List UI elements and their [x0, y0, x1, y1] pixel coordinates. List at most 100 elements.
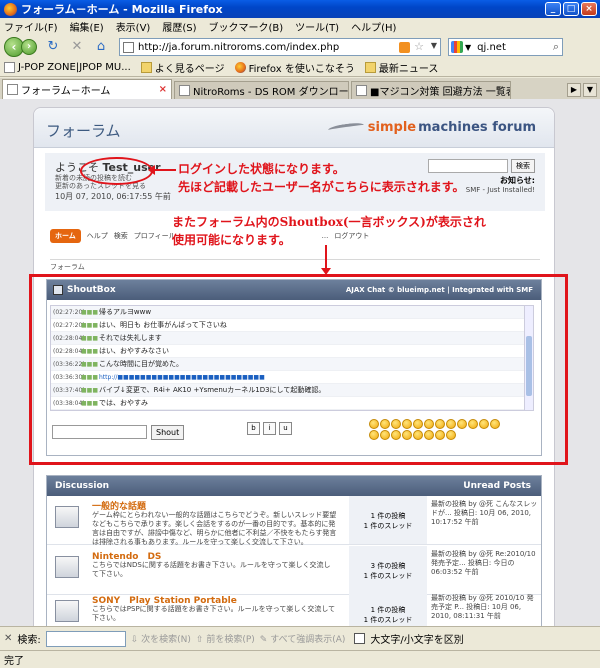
bookmark-news[interactable]: 最新ニュース: [364, 60, 438, 75]
window-title: フォーラム－ホーム - Mozilla Firefox: [21, 3, 223, 16]
match-case-checkbox[interactable]: [354, 633, 366, 644]
news-box: お知らせ: SMF - Just Installed!: [466, 175, 535, 194]
page-content: フォーラム simple machines forum ようこそ Test_us…: [0, 99, 600, 626]
board-icon: [55, 600, 79, 622]
menu-logout[interactable]: ログアウト: [334, 231, 369, 241]
news-title: お知らせ:: [499, 176, 535, 185]
category-title[interactable]: Discussion: [55, 481, 109, 491]
menu-edit[interactable]: 編集(E): [70, 19, 104, 34]
firefox-icon: [234, 62, 246, 73]
page-icon: [7, 84, 18, 95]
site-favicon-icon: [123, 41, 134, 53]
board-stats: 3 件の投稿 1 件のスレッド: [349, 546, 427, 594]
tab-close-icon[interactable]: ×: [159, 84, 167, 95]
smf-logo: simple machines forum: [327, 120, 536, 135]
board-icon: [55, 506, 79, 528]
menu-home[interactable]: ホーム: [50, 229, 81, 243]
bookmark-firefox[interactable]: Firefox を使いこなそう: [234, 60, 355, 75]
last-post[interactable]: 最新の投稿 by @死 Re:2010/10 発売予定... 投稿日: 今日の0…: [431, 550, 539, 577]
bookmark-star-icon[interactable]: ☆: [414, 40, 424, 53]
board-description: こちらではNDSに関する話題をお書き下さい。ルールを守って楽しく交流して下さい。: [92, 561, 331, 578]
board-description: こちらではPSPに関する話題をお書き下さい。ルールを守って楽しく交流して下さい。: [92, 605, 336, 622]
find-bar: ✕ 検索: ⇩ 次を検索(N) ⇧ 前を検索(P) ✎ すべて強調表示(A) 大…: [0, 626, 600, 650]
menu-profile[interactable]: プロフィール: [134, 231, 176, 241]
annotation-line-1: ログインした状態になります。: [178, 162, 345, 176]
find-next-button[interactable]: ⇩ 次を検索(N): [131, 632, 191, 645]
unread-posts-link[interactable]: Unread Posts: [463, 481, 531, 491]
highlight-all-button[interactable]: ✎ すべて強調表示(A): [260, 632, 346, 645]
find-prev-label: 前を検索(P): [206, 635, 255, 645]
menu-search[interactable]: 検索: [114, 231, 128, 241]
bookmark-label: よく見るページ: [154, 64, 225, 75]
url-bar[interactable]: http://ja.forum.nitroroms.com/index.php …: [119, 38, 441, 56]
search-value: qj.net: [477, 41, 506, 53]
annotation-line-2: 先ほど記載したユーザー名がこちらに表示されます。: [178, 180, 465, 194]
tab-list-icon[interactable]: ▼: [583, 83, 597, 97]
menu-tools[interactable]: ツール(T): [295, 19, 339, 34]
search-icon[interactable]: ⌕: [553, 40, 559, 54]
annotation-arrow-left: [148, 165, 176, 175]
username-highlight-circle: [80, 157, 153, 185]
menu-help[interactable]: ヘルプ(H): [351, 19, 396, 34]
tab-magicon[interactable]: ■マジコン対策 回避方法 一覧表 ※9...: [351, 81, 511, 99]
folder-icon: [140, 62, 152, 73]
bookmark-frequent[interactable]: よく見るページ: [140, 60, 225, 75]
last-post[interactable]: 最新の投稿 by @死 こんなスレッドが... 投稿日: 10月 06, 201…: [431, 500, 539, 527]
search-engine-dropdown-icon[interactable]: ▼: [465, 43, 471, 52]
bookmark-label: Firefox を使いこなそう: [248, 64, 355, 75]
url-dropdown-icon[interactable]: ▼: [431, 41, 437, 50]
logo-text-b: machines forum: [418, 120, 536, 135]
thread-count: 1 件のスレッド: [363, 616, 413, 624]
url-text: http://ja.forum.nitroroms.com/index.php: [138, 41, 340, 53]
tab-label: ■マジコン対策 回避方法 一覧表 ※9...: [370, 87, 510, 98]
forum-search-input[interactable]: [428, 159, 508, 173]
breadcrumb[interactable]: フォーラム: [50, 262, 85, 272]
tab-nitroroms[interactable]: NitroRoms - DS ROM ダウンロード PS...: [174, 81, 349, 99]
status-bar: 完了: [0, 650, 600, 668]
menu-help-link[interactable]: ヘルプ: [87, 231, 108, 241]
forum-search: 検索: [428, 159, 535, 173]
forum-title: フォーラム: [46, 122, 121, 140]
tab-scroll-icon[interactable]: ▶: [567, 83, 581, 97]
tab-label: フォーラム－ホーム: [21, 86, 111, 97]
bookmark-label: J-POP ZONE|JPOP MU...: [18, 62, 131, 73]
menu-file[interactable]: ファイル(F): [4, 19, 58, 34]
minimize-button[interactable]: _: [545, 2, 561, 16]
page-icon: [356, 85, 367, 96]
rss-icon[interactable]: [399, 42, 410, 53]
highlight-all-label: すべて強調表示(A): [270, 635, 346, 645]
forum-search-button[interactable]: 検索: [511, 159, 535, 173]
menu-view[interactable]: 表示(V): [116, 19, 151, 34]
find-next-label: 次を検索(N): [141, 635, 191, 645]
board-description: ゲーム枠にとらわれない一般的な話題はこちらでどうぞ。新しいスレッド要望などもこち…: [92, 511, 337, 546]
back-forward-group: ‹ ›: [4, 37, 37, 57]
last-post[interactable]: 最新の投稿 by @死 2010/10 発売予定 P... 投稿日: 10月 0…: [431, 594, 539, 621]
search-bar[interactable]: ▼ qj.net ⌕: [448, 38, 563, 56]
shoutbox-highlight-box: [29, 274, 568, 465]
match-case-label: 大文字/小文字を区別: [370, 635, 464, 646]
bookmark-jpop[interactable]: J-POP ZONE|JPOP MU...: [4, 62, 131, 73]
home-icon[interactable]: ⌂: [93, 39, 109, 55]
annotation-arrow-down: [321, 245, 331, 275]
board-stats: 1 件の投稿 1 件のスレッド: [349, 590, 427, 626]
menu-more[interactable]: ...: [322, 232, 329, 240]
menu-history[interactable]: 履歴(S): [162, 19, 196, 34]
close-button[interactable]: ×: [581, 2, 597, 16]
maximize-button[interactable]: □: [563, 2, 579, 16]
page-icon: [179, 85, 190, 96]
folder-icon: [364, 62, 376, 73]
window-controls: _ □ ×: [545, 2, 597, 16]
navigation-toolbar: ‹ › ↻ ✕ ⌂ http://ja.forum.nitroroms.com/…: [0, 35, 600, 59]
reload-icon[interactable]: ↻: [45, 39, 61, 55]
status-text: 完了: [4, 656, 24, 667]
tab-forum-home[interactable]: フォーラム－ホーム ×: [2, 79, 172, 99]
find-input[interactable]: [45, 630, 126, 647]
title-bar: フォーラム－ホーム - Mozilla Firefox _ □ ×: [0, 0, 600, 18]
find-close-icon[interactable]: ✕: [4, 633, 12, 644]
forward-button[interactable]: ›: [21, 39, 37, 55]
find-prev-button[interactable]: ⇧ 前を検索(P): [196, 632, 255, 645]
stop-icon[interactable]: ✕: [69, 39, 85, 55]
post-count: 3 件の投稿: [370, 562, 406, 570]
news-text: SMF - Just Installed!: [465, 186, 535, 194]
menu-bookmarks[interactable]: ブックマーク(B): [209, 19, 284, 34]
